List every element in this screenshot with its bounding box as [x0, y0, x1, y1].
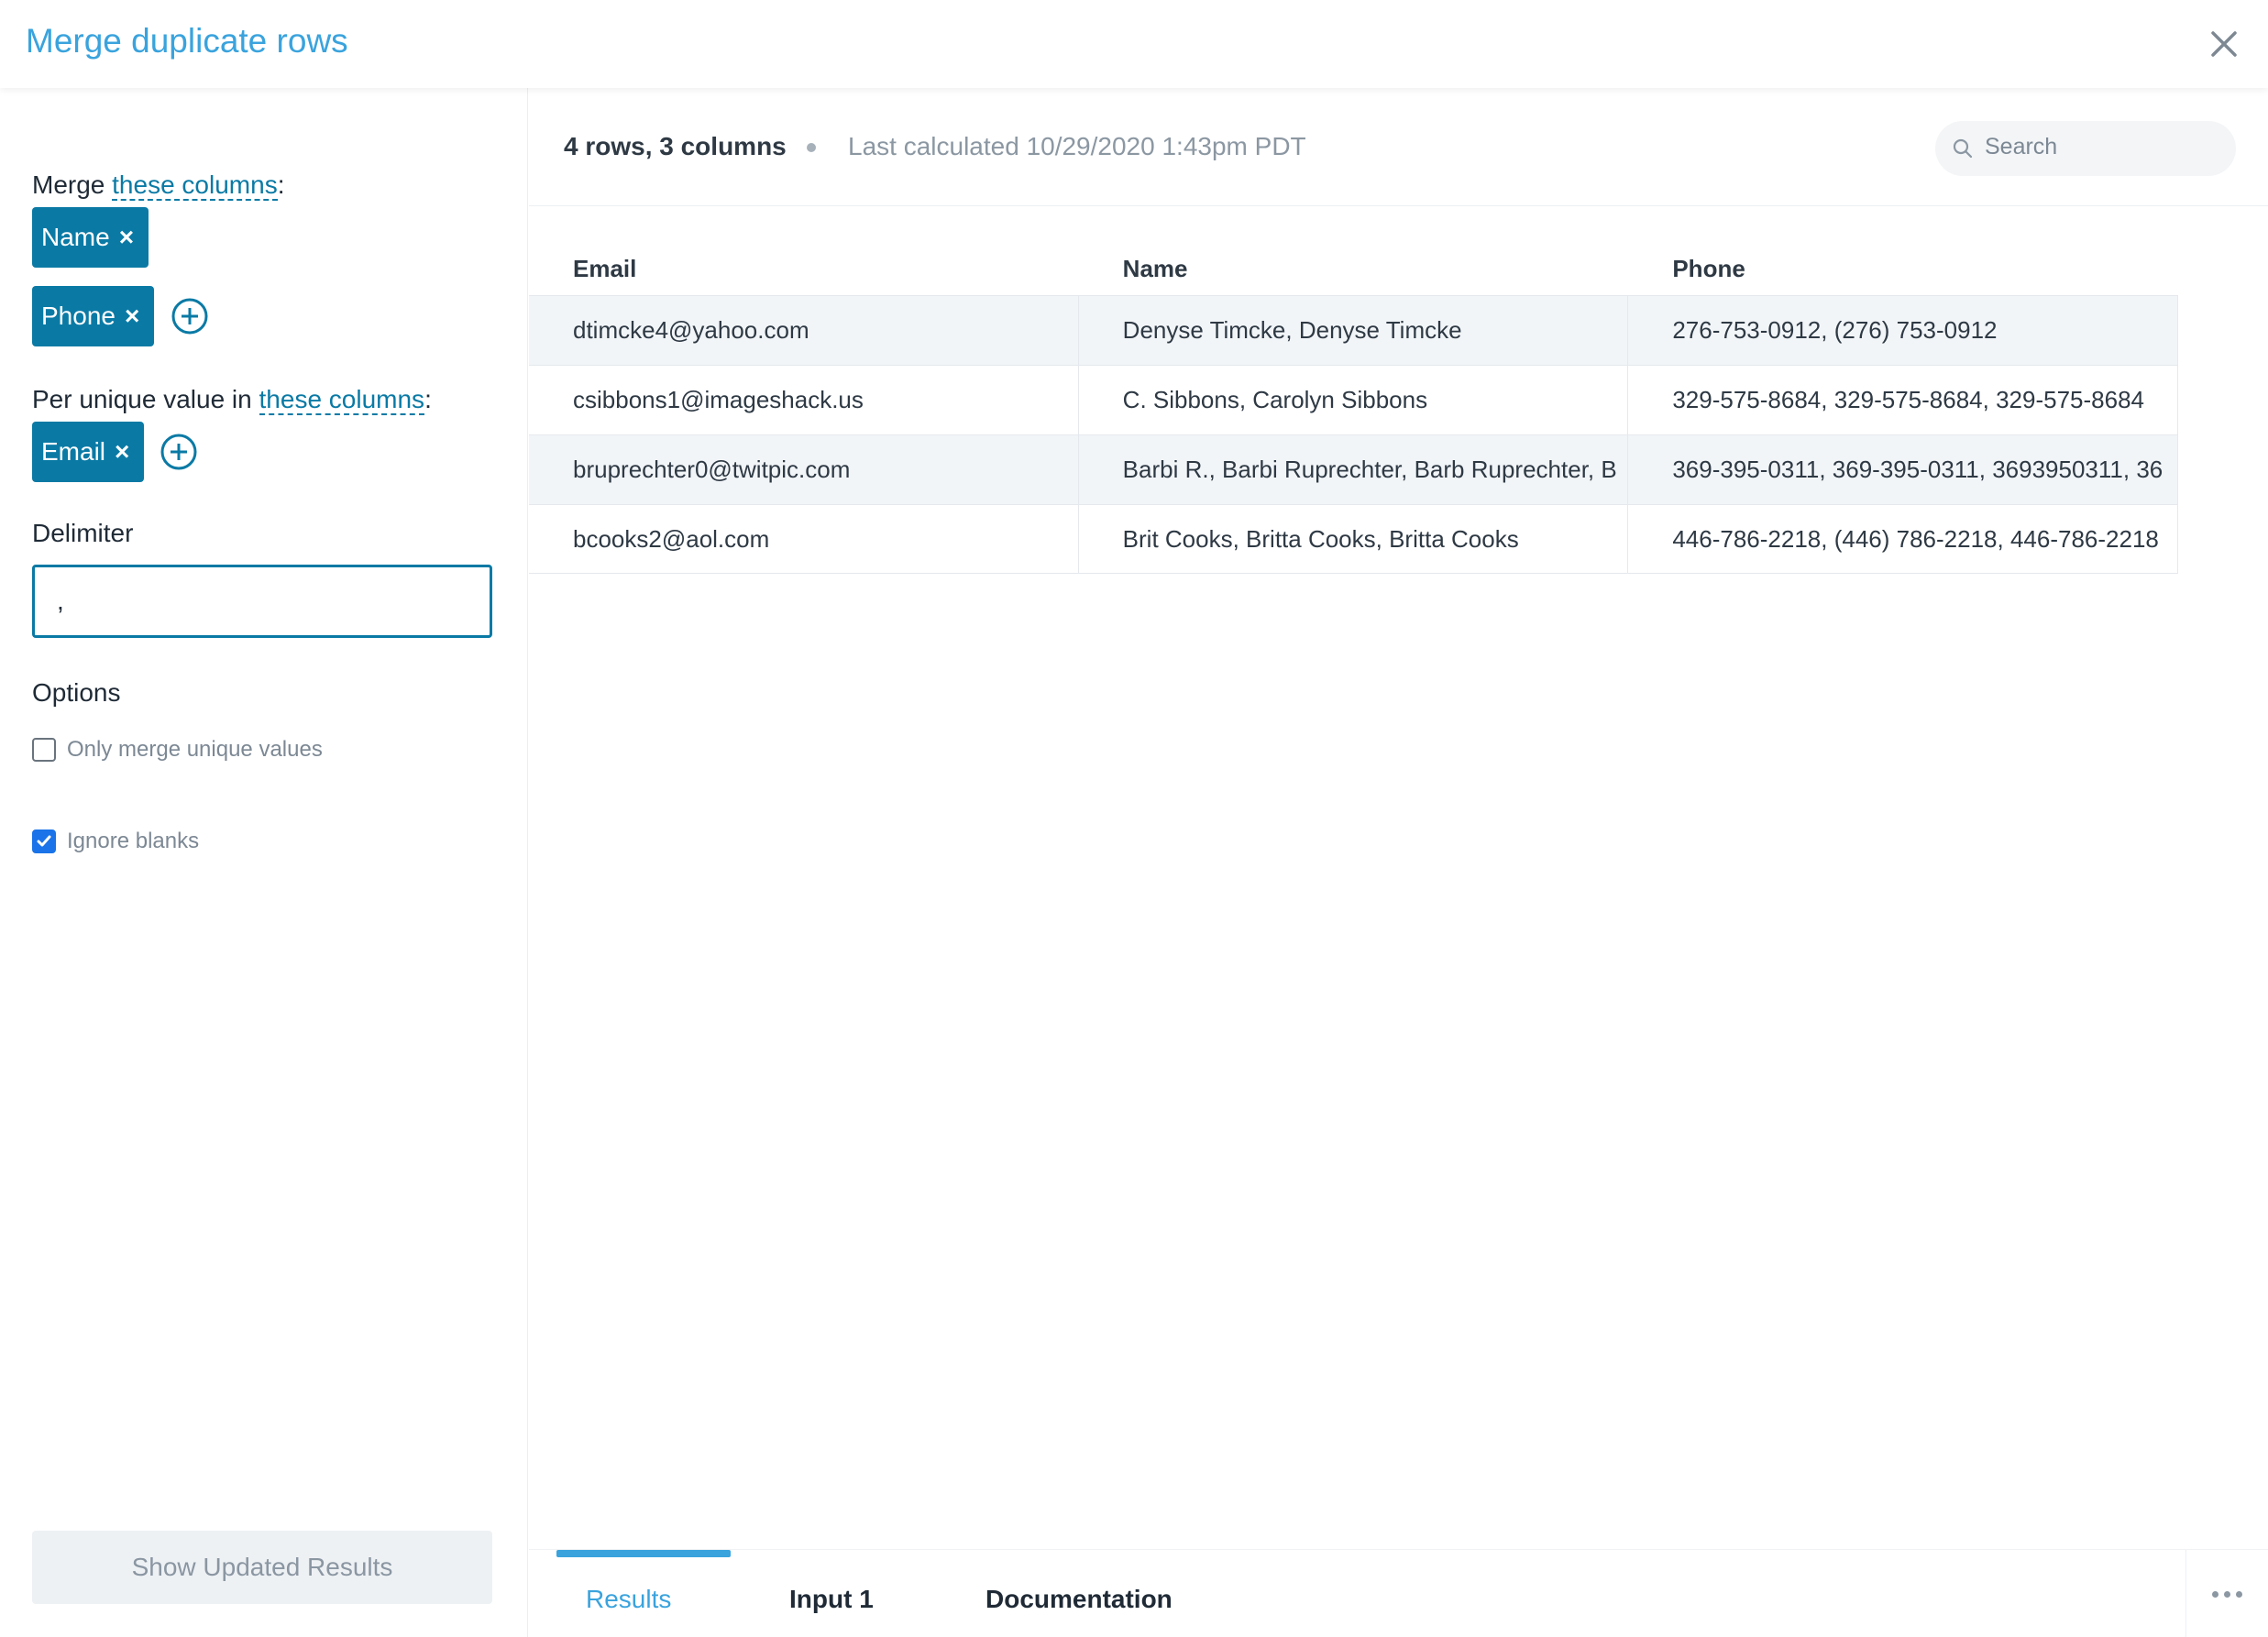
per-label-suffix: :: [424, 385, 432, 413]
table-cell[interactable]: dtimcke4@yahoo.com: [529, 296, 1079, 365]
divider: [529, 205, 2268, 206]
table-cell[interactable]: C. Sibbons, Carolyn Sibbons: [1079, 366, 1629, 434]
delimiter-label: Delimiter: [32, 519, 134, 547]
add-merge-column-button[interactable]: [171, 297, 209, 335]
merge-columns-label: Merge these columns:: [32, 170, 285, 201]
table-cell[interactable]: 446-786-2218, (446) 786-2218, 446-786-22…: [1628, 505, 2179, 573]
page-title: Merge duplicate rows: [26, 22, 348, 60]
table-row: bcooks2@aol.com Brit Cooks, Britta Cooks…: [529, 504, 2179, 574]
separator-dot: [807, 143, 816, 152]
merge-label-suffix: :: [277, 170, 285, 199]
tab-results[interactable]: Results: [586, 1585, 671, 1614]
search-icon: [1953, 138, 1973, 159]
remove-tag-icon[interactable]: ×: [125, 302, 139, 331]
tab-documentation[interactable]: Documentation: [985, 1585, 1173, 1614]
checkbox[interactable]: [32, 738, 56, 762]
table-row: csibbons1@imageshack.us C. Sibbons, Caro…: [529, 365, 2179, 434]
more-options-button[interactable]: [2185, 1550, 2268, 1637]
table-cell[interactable]: Denyse Timcke, Denyse Timcke: [1079, 296, 1629, 365]
more-horizontal-icon: [2212, 1590, 2218, 1598]
column-header-name[interactable]: Name: [1079, 242, 1629, 295]
per-unique-label: Per unique value in these columns:: [32, 385, 432, 415]
only-merge-unique-option[interactable]: Only merge unique values: [32, 737, 323, 763]
ignore-blanks-option[interactable]: Ignore blanks: [32, 829, 199, 854]
table-cell[interactable]: bruprechter0@twitpic.com: [529, 435, 1079, 504]
sidebar: Merge these columns: Name × Phone × Per …: [0, 88, 528, 1637]
table-row: dtimcke4@yahoo.com Denyse Timcke, Denyse…: [529, 295, 2179, 365]
table-cell[interactable]: 369-395-0311, 369-395-0311, 3693950311, …: [1628, 435, 2179, 504]
tag-label: Phone: [41, 302, 116, 330]
per-columns-link[interactable]: these columns: [259, 385, 425, 415]
column-header-email[interactable]: Email: [529, 242, 1079, 295]
options-label: Options: [32, 678, 121, 707]
option-label: Ignore blanks: [67, 829, 200, 853]
check-icon: [37, 835, 51, 847]
table-header: Email Name Phone: [529, 242, 2178, 295]
merge-tag-phone[interactable]: Phone ×: [32, 286, 155, 346]
results-table: Email Name Phone dtimcke4@yahoo.com Deny…: [529, 242, 2179, 574]
footer-tabs: Results Input 1 Documentation: [529, 1549, 2268, 1637]
results-panel: 4 rows, 3 columns Last calculated 10/29/…: [529, 88, 2268, 1637]
remove-tag-icon[interactable]: ×: [115, 437, 129, 467]
tab-input-1[interactable]: Input 1: [789, 1585, 874, 1614]
more-horizontal-icon: [2236, 1590, 2242, 1598]
modal-header: Merge duplicate rows: [0, 0, 2268, 88]
merge-columns-link[interactable]: these columns: [112, 170, 278, 201]
merge-label-prefix: Merge: [32, 170, 113, 199]
tag-label: Email: [41, 437, 106, 466]
search-placeholder: Search: [1985, 134, 2058, 159]
plus-circle-icon: [171, 298, 208, 335]
table-row: bruprechter0@twitpic.com Barbi R., Barbi…: [529, 434, 2179, 504]
tag-label: Name: [41, 223, 110, 251]
row-column-summary: 4 rows, 3 columns: [564, 132, 787, 160]
last-calculated: Last calculated 10/29/2020 1:43pm PDT: [848, 132, 1306, 160]
table-cell[interactable]: csibbons1@imageshack.us: [529, 366, 1079, 434]
plus-circle-icon: [160, 434, 197, 470]
table-cell[interactable]: bcooks2@aol.com: [529, 505, 1079, 573]
active-tab-indicator: [556, 1550, 731, 1557]
table-cell[interactable]: Barbi R., Barbi Ruprechter, Barb Ruprech…: [1079, 435, 1629, 504]
option-label: Only merge unique values: [67, 737, 323, 762]
table-cell[interactable]: Brit Cooks, Britta Cooks, Britta Cooks: [1079, 505, 1629, 573]
per-tag-email[interactable]: Email ×: [32, 422, 145, 482]
merge-tag-name[interactable]: Name ×: [32, 207, 149, 268]
close-icon: [2211, 31, 2237, 57]
more-horizontal-icon: [2224, 1590, 2230, 1598]
checkbox[interactable]: [32, 829, 56, 853]
table-cell[interactable]: 329-575-8684, 329-575-8684, 329-575-8684: [1628, 366, 2179, 434]
table-cell[interactable]: 276-753-0912, (276) 753-0912: [1628, 296, 2179, 365]
search-field[interactable]: Search: [1935, 121, 2236, 176]
remove-tag-icon[interactable]: ×: [119, 223, 134, 252]
show-updated-results-button[interactable]: Show Updated Results: [32, 1531, 492, 1604]
delimiter-input[interactable]: [32, 565, 492, 638]
add-per-column-button[interactable]: [160, 433, 198, 471]
per-label-prefix: Per unique value in: [32, 385, 259, 413]
close-button[interactable]: [2206, 26, 2242, 62]
column-header-phone[interactable]: Phone: [1628, 242, 2178, 295]
